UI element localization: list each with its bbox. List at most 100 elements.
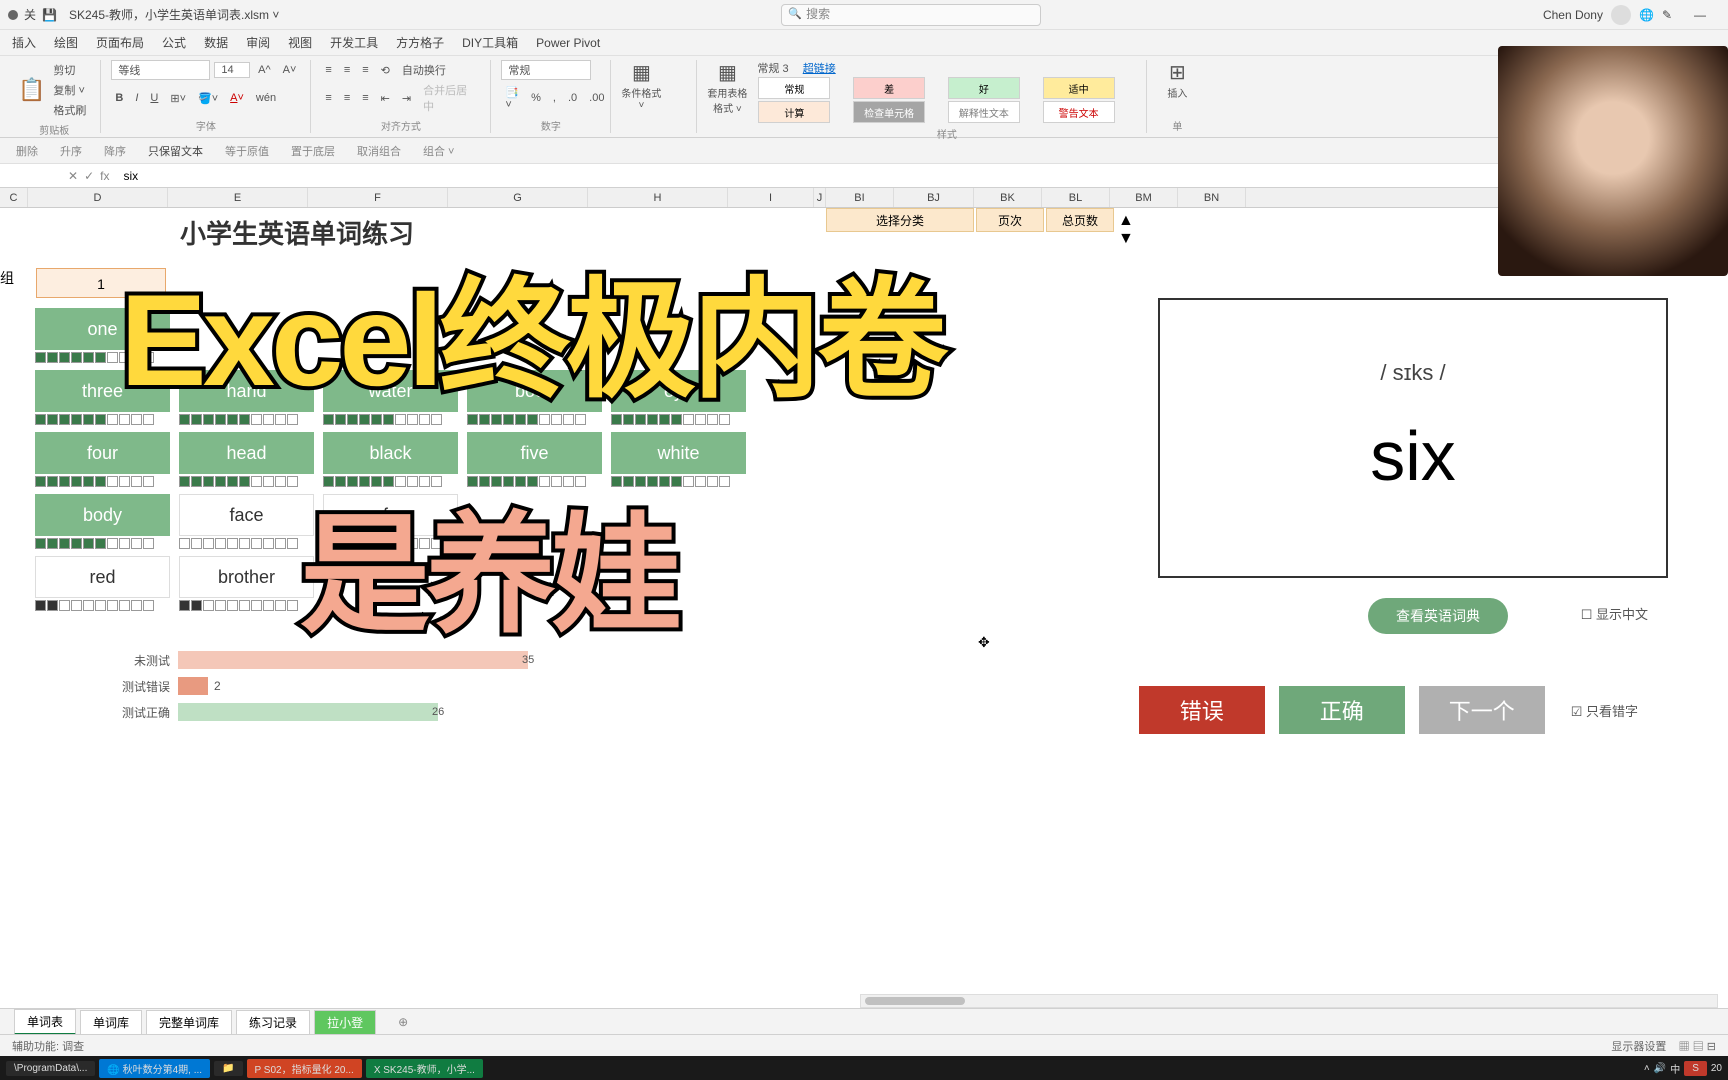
- search-input[interactable]: 搜索: [781, 4, 1041, 26]
- style-swatch[interactable]: 差: [853, 77, 925, 99]
- format-painter-button[interactable]: 格式刷: [49, 100, 90, 120]
- sec-btn[interactable]: 升序: [56, 141, 86, 161]
- sec-btn[interactable]: 只保留文本: [144, 141, 207, 161]
- task-item[interactable]: \ProgramData\...: [6, 1061, 95, 1076]
- table-format-button[interactable]: ▦ 套用表格格式 ˅: [707, 60, 747, 115]
- style-swatch[interactable]: 好: [948, 77, 1020, 99]
- style-link[interactable]: 常规 3: [757, 60, 788, 76]
- clock[interactable]: 20: [1711, 1063, 1722, 1074]
- col-h[interactable]: BI: [826, 188, 894, 207]
- col-h[interactable]: BM: [1110, 188, 1178, 207]
- word-cell[interactable]: head: [179, 432, 314, 474]
- ime-badge[interactable]: 中: [1670, 1061, 1680, 1076]
- fx-icon[interactable]: fx: [100, 169, 109, 183]
- col-h[interactable]: G: [448, 188, 588, 207]
- ribbon-tab[interactable]: 方方格子: [396, 34, 444, 51]
- bold-button[interactable]: B: [111, 90, 127, 106]
- avatar[interactable]: [1611, 5, 1631, 25]
- align-bot-icon[interactable]: ≡: [358, 62, 372, 78]
- horizontal-scrollbar[interactable]: [860, 994, 1718, 1008]
- col-h[interactable]: I: [728, 188, 814, 207]
- cut-button[interactable]: 剪切: [49, 60, 90, 80]
- sheet-tab[interactable]: 练习记录: [236, 1010, 310, 1034]
- user-name[interactable]: Chen Dony: [1543, 8, 1603, 22]
- grow-font-icon[interactable]: A^: [254, 62, 275, 78]
- sec-btn[interactable]: 等于原值: [221, 141, 273, 161]
- filename[interactable]: SK245-教师，小学生英语单词表.xlsm ˅: [69, 6, 279, 23]
- sec-btn[interactable]: 取消组合: [353, 141, 405, 161]
- ribbon-tab[interactable]: 公式: [162, 34, 186, 51]
- percent-icon[interactable]: %: [527, 90, 545, 106]
- word-cell[interactable]: eye: [611, 370, 746, 412]
- font-color-button[interactable]: A˅: [226, 90, 248, 106]
- style-swatch[interactable]: 适中: [1043, 77, 1115, 99]
- font-size-select[interactable]: 14: [214, 62, 250, 78]
- word-cell[interactable]: book: [467, 370, 602, 412]
- paste-icon[interactable]: 📋: [18, 77, 45, 103]
- word-cell[interactable]: fo: [323, 494, 458, 536]
- col-h[interactable]: J: [814, 188, 826, 207]
- view-layout-icon[interactable]: ▤: [1693, 1041, 1704, 1053]
- display-settings[interactable]: 显示器设置: [1611, 1041, 1666, 1053]
- sec-btn[interactable]: 降序: [100, 141, 130, 161]
- save-icon[interactable]: 💾: [42, 8, 57, 22]
- word-cell[interactable]: red: [35, 556, 170, 598]
- shrink-font-icon[interactable]: A˅: [279, 62, 301, 78]
- number-format-select[interactable]: 常规: [501, 60, 591, 80]
- ribbon-tab[interactable]: 视图: [288, 34, 312, 51]
- word-cell[interactable]: hand: [179, 370, 314, 412]
- next-button[interactable]: 下一个: [1419, 686, 1545, 734]
- formula-input[interactable]: six: [117, 169, 1728, 183]
- indent-inc-icon[interactable]: ⇥: [398, 90, 415, 107]
- sheet-tab[interactable]: 单词表: [14, 1009, 76, 1035]
- align-mid-icon[interactable]: ≡: [340, 62, 354, 78]
- enter-icon[interactable]: ✓: [84, 169, 94, 183]
- insert-cells-button[interactable]: ⊞ 插入: [1157, 60, 1197, 100]
- indent-dec-icon[interactable]: ⇤: [377, 90, 394, 107]
- cond-format-button[interactable]: ▦ 条件格式 ˅: [621, 60, 661, 111]
- ribbon-tab[interactable]: DIY工具箱: [462, 34, 518, 51]
- ribbon-tab[interactable]: Power Pivot: [536, 36, 600, 50]
- border-button[interactable]: ⊞˅: [166, 90, 190, 107]
- close-dot-icon[interactable]: 关: [24, 6, 36, 23]
- word-cell[interactable]: black: [323, 432, 458, 474]
- inc-decimal-icon[interactable]: .0: [564, 90, 581, 106]
- style-hyperlink[interactable]: 超链接: [803, 60, 836, 76]
- col-h[interactable]: H: [588, 188, 728, 207]
- word-cell[interactable]: four: [35, 432, 170, 474]
- style-swatch[interactable]: 计算: [758, 101, 830, 123]
- fill-color-button[interactable]: 🪣˅: [194, 90, 222, 107]
- minimize-button[interactable]: —: [1680, 8, 1720, 22]
- view-normal-icon[interactable]: ▦: [1679, 1041, 1690, 1053]
- sec-btn[interactable]: 组合 ˅: [419, 141, 458, 161]
- show-chinese-checkbox[interactable]: ☐ 显示中文: [1581, 604, 1648, 623]
- currency-icon[interactable]: 📑˅: [501, 84, 523, 113]
- task-explorer[interactable]: 📁: [214, 1061, 242, 1076]
- merge-button[interactable]: 合并后居中: [419, 80, 480, 116]
- column-headers[interactable]: C D E F G H I J BI BJ BK BL BM BN: [0, 188, 1728, 208]
- sec-btn[interactable]: 删除: [12, 141, 42, 161]
- phonetic-button[interactable]: wén: [252, 90, 280, 106]
- tray-sound-icon[interactable]: 🔊: [1654, 1063, 1666, 1074]
- tray-up-icon[interactable]: ˄: [1644, 1063, 1650, 1074]
- word-cell[interactable]: face: [179, 494, 314, 536]
- copy-button[interactable]: 复制 ˅: [49, 80, 90, 100]
- style-swatch[interactable]: 警告文本: [1043, 101, 1115, 123]
- sec-btn[interactable]: 置于底层: [287, 141, 339, 161]
- italic-button[interactable]: I: [131, 90, 142, 106]
- task-item[interactable]: X SK245-教师，小学...: [366, 1059, 483, 1078]
- sheet-tab[interactable]: 完整单词库: [146, 1010, 232, 1034]
- ribbon-tab[interactable]: 开发工具: [330, 34, 378, 51]
- comma-icon[interactable]: ,: [549, 90, 560, 106]
- col-h[interactable]: C: [0, 188, 28, 207]
- ribbon-tab[interactable]: 插入: [12, 34, 36, 51]
- dec-decimal-icon[interactable]: .00: [585, 90, 608, 106]
- view-break-icon[interactable]: ⊟: [1707, 1041, 1716, 1053]
- style-swatch[interactable]: 解释性文本: [948, 101, 1020, 123]
- ribbon-tab[interactable]: 数据: [204, 34, 228, 51]
- dictionary-button[interactable]: 查看英语词典: [1368, 598, 1508, 634]
- col-h[interactable]: E: [168, 188, 308, 207]
- col-h[interactable]: D: [28, 188, 168, 207]
- orientation-icon[interactable]: ⟲: [377, 62, 394, 79]
- style-swatch[interactable]: 常规: [758, 77, 830, 99]
